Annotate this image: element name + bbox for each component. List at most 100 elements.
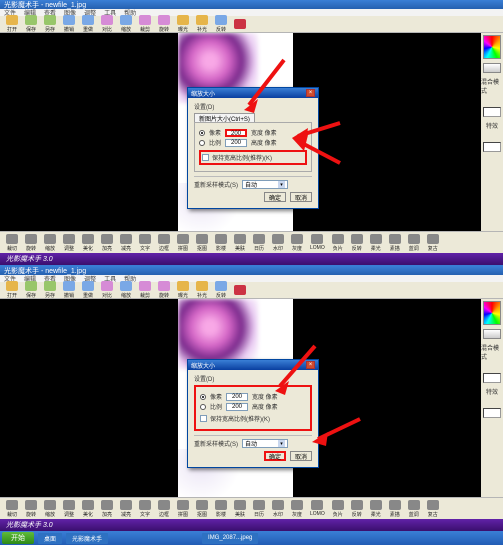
task-item[interactable]: 光影魔术手 [66, 533, 108, 544]
tool-well[interactable] [483, 142, 501, 152]
toolbar-button[interactable]: 重做 [82, 15, 94, 33]
cancel-button[interactable]: 取消 [290, 451, 312, 461]
tool-well[interactable] [483, 107, 501, 117]
width-input[interactable]: 200 [226, 393, 248, 401]
ok-button[interactable]: 确定 [264, 192, 286, 202]
toolbar-button[interactable]: 美化 [82, 500, 94, 518]
toolbar-button[interactable]: 撤销 [63, 15, 75, 33]
toolbar-button[interactable]: 反转 [215, 15, 227, 33]
toolbar-button[interactable]: 裁剪 [139, 281, 151, 299]
toolbar-button[interactable]: 灰度 [291, 500, 303, 518]
toolbar-button[interactable]: 打开 [6, 15, 18, 33]
toolbar-button[interactable]: 调整 [63, 234, 75, 252]
menubar[interactable]: 文件编辑查看图像调整工具帮助 [0, 275, 503, 282]
toolbar-button[interactable]: 灰度 [291, 234, 303, 252]
toolbar-button[interactable]: 边框 [158, 500, 170, 518]
radio-percent[interactable] [199, 140, 205, 146]
toolbar-button[interactable]: 影楼 [215, 500, 227, 518]
taskbar[interactable]: 开始 桌面 光影魔术手 IMG_2087...jpeg [0, 531, 503, 545]
close-icon[interactable]: × [306, 361, 315, 369]
toolbar-button[interactable]: 另存 [44, 281, 56, 299]
toolbar-button[interactable]: 旋转 [158, 281, 170, 299]
toolbar-button[interactable]: 保存 [25, 15, 37, 33]
toolbar-button[interactable]: 减亮 [120, 500, 132, 518]
lock-ratio-checkbox[interactable] [200, 415, 207, 422]
toolbar-button[interactable]: 美肤 [234, 234, 246, 252]
tool-well[interactable] [483, 408, 501, 418]
toolbar-button[interactable]: 补光 [196, 15, 208, 33]
radio-percent[interactable] [200, 404, 206, 410]
toolbar-button[interactable]: 缩放 [120, 281, 132, 299]
toolbar-button[interactable]: 负片 [332, 234, 344, 252]
toolbar-button[interactable]: 边框 [158, 234, 170, 252]
toolbar-button[interactable]: 加亮 [101, 234, 113, 252]
toolbar-button[interactable]: 水印 [272, 500, 284, 518]
swatch[interactable] [483, 63, 501, 73]
toolbar-button[interactable]: 文字 [139, 234, 151, 252]
dialog-titlebar[interactable]: 缩放大小 × [188, 360, 318, 370]
toolbar-button[interactable]: 旋转 [25, 234, 37, 252]
ok-button[interactable]: 确定 [264, 451, 286, 461]
toolbar-button[interactable]: 减亮 [120, 234, 132, 252]
tool-well[interactable] [483, 373, 501, 383]
toolbar-button[interactable]: 对比 [101, 281, 113, 299]
toolbar-button[interactable]: 缩放 [44, 500, 56, 518]
toolbar-button[interactable]: 另存 [44, 15, 56, 33]
toolbar-button[interactable]: 拼图 [177, 500, 189, 518]
toolbar-button[interactable]: 反转 [351, 500, 363, 518]
toolbar-button[interactable]: 曝光 [177, 15, 189, 33]
color-picker[interactable] [483, 35, 501, 59]
toolbar-button[interactable]: 日历 [253, 500, 265, 518]
toolbar-button[interactable]: 调整 [63, 500, 75, 518]
toolbar-button[interactable]: 素描 [389, 500, 401, 518]
toolbar-button[interactable]: 重做 [82, 281, 94, 299]
toolbar-button[interactable]: 裁剪 [139, 15, 151, 33]
toolbar-button[interactable]: 复古 [427, 234, 439, 252]
toolbar-button[interactable]: 对比 [101, 15, 113, 33]
color-picker[interactable] [483, 301, 501, 325]
start-button[interactable]: 开始 [2, 532, 34, 544]
toolbar-button[interactable]: 水印 [272, 234, 284, 252]
task-item[interactable]: 桌面 [38, 533, 62, 544]
resample-combo[interactable]: 自动▾ [242, 439, 288, 448]
lock-ratio-checkbox[interactable] [202, 154, 209, 161]
toolbar-button[interactable]: 负片 [332, 500, 344, 518]
toolbar-button[interactable]: 补光 [196, 281, 208, 299]
close-icon[interactable]: × [306, 89, 315, 97]
dialog-titlebar[interactable]: 缩放大小 × [188, 88, 318, 98]
toolbar-button[interactable]: 蓝调 [408, 500, 420, 518]
toolbar-button[interactable]: 旋转 [25, 500, 37, 518]
toolbar-button[interactable]: 打开 [6, 281, 18, 299]
task-item[interactable]: IMG_2087...jpeg [202, 533, 258, 544]
toolbar-button[interactable]: 反转 [215, 281, 227, 299]
toolbar-button[interactable]: 美肤 [234, 500, 246, 518]
toolbar-button[interactable]: 缩放 [44, 234, 56, 252]
toolbar-button[interactable]: 柔光 [370, 234, 382, 252]
menubar[interactable]: 文件编辑查看图像调整工具帮助 [0, 9, 503, 16]
toolbar-button[interactable]: LOMO [310, 234, 325, 251]
toolbar-button[interactable]: 旋转 [158, 15, 170, 33]
toolbar-button[interactable]: 美化 [82, 234, 94, 252]
toolbar-button[interactable]: 素描 [389, 234, 401, 252]
toolbar-button[interactable]: 抠图 [196, 500, 208, 518]
toolbar-button[interactable]: 蓝调 [408, 234, 420, 252]
toolbar-button[interactable]: 日历 [253, 234, 265, 252]
radio-pixel[interactable] [199, 130, 205, 136]
toolbar-button[interactable]: 文字 [139, 500, 151, 518]
tab-size[interactable]: 新图片大小(Ctrl+S) [194, 113, 255, 122]
toolbar-button[interactable]: 拼图 [177, 234, 189, 252]
toolbar-button[interactable]: 裁切 [6, 500, 18, 518]
toolbar-button[interactable]: 柔光 [370, 500, 382, 518]
toolbar-button[interactable] [234, 285, 246, 296]
height-input[interactable]: 200 [225, 139, 247, 147]
toolbar-button[interactable]: 加亮 [101, 500, 113, 518]
toolbar-button[interactable] [234, 19, 246, 30]
toolbar-button[interactable]: 撤销 [63, 281, 75, 299]
radio-pixel[interactable] [200, 394, 206, 400]
resample-combo[interactable]: 自动▾ [242, 180, 288, 189]
toolbar-button[interactable]: 保存 [25, 281, 37, 299]
toolbar-button[interactable]: 抠图 [196, 234, 208, 252]
toolbar-button[interactable]: 反转 [351, 234, 363, 252]
toolbar-button[interactable]: 影楼 [215, 234, 227, 252]
toolbar-button[interactable]: LOMO [310, 500, 325, 517]
